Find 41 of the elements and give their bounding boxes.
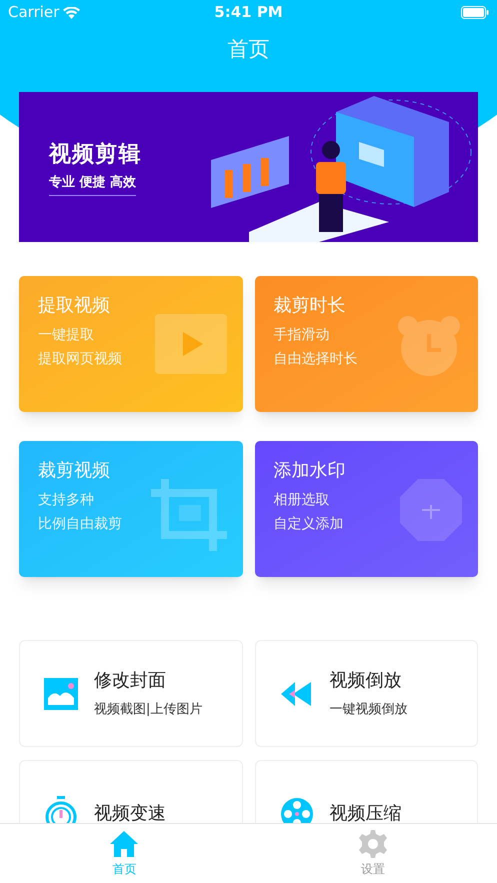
stopwatch-icon (45, 796, 77, 823)
page-title: 首页 (228, 36, 270, 64)
tab-item[interactable]: 设置 (248, 824, 497, 883)
card-description: 提取网页视频 (38, 350, 122, 369)
image-icon (44, 678, 78, 710)
wifi-icon (63, 6, 80, 18)
card-description: 手指滑动 (274, 326, 330, 345)
feature-card[interactable]: 添加水印 相册选取 自定义添加 (254, 441, 478, 577)
rewind-icon (280, 682, 312, 706)
tool-card[interactable]: 视频倒放 一键视频倒放 (254, 640, 478, 747)
carrier-label: Carrier (8, 2, 60, 24)
play-icon (154, 314, 226, 374)
tool-title: 修改封面 (94, 669, 167, 694)
banner-subtitle: 专业 便捷 高效 (49, 172, 136, 196)
crop-icon (150, 479, 226, 551)
tool-description: 一键视频倒放 (330, 701, 408, 720)
card-title: 裁剪视频 (38, 459, 111, 483)
card-description: 一键提取 (38, 326, 95, 345)
tool-description: 视频截图|上传图片 (94, 701, 202, 720)
tool-card[interactable]: 视频变速 (19, 760, 242, 823)
tool-title: 视频倒放 (330, 669, 402, 694)
tool-title: 视频压缩 (330, 802, 402, 823)
plus-octagon-icon (400, 479, 462, 541)
card-description: 自定义添加 (274, 515, 344, 534)
card-title: 提取视频 (38, 294, 111, 318)
card-description: 相册选取 (274, 491, 330, 510)
alarm-clock-icon (396, 314, 462, 378)
banner-title: 视频剪辑 (49, 140, 142, 169)
banner[interactable]: 视频剪辑 专业 便捷 高效 (19, 92, 478, 242)
tool-card[interactable]: 修改封面 视频截图|上传图片 (19, 640, 242, 747)
card-description: 自由选择时长 (274, 350, 358, 369)
card-title: 裁剪时长 (274, 294, 346, 318)
card-title: 添加水印 (274, 459, 346, 483)
card-description: 支持多种 (38, 491, 95, 510)
battery-icon (461, 6, 490, 19)
card-description: 比例自由裁剪 (38, 515, 122, 534)
tool-card[interactable]: 视频压缩 (254, 760, 478, 823)
status-time: 5:41 PM (214, 2, 283, 24)
home-icon (110, 830, 138, 858)
tool-title: 视频变速 (94, 802, 166, 823)
settings-icon (358, 830, 387, 858)
